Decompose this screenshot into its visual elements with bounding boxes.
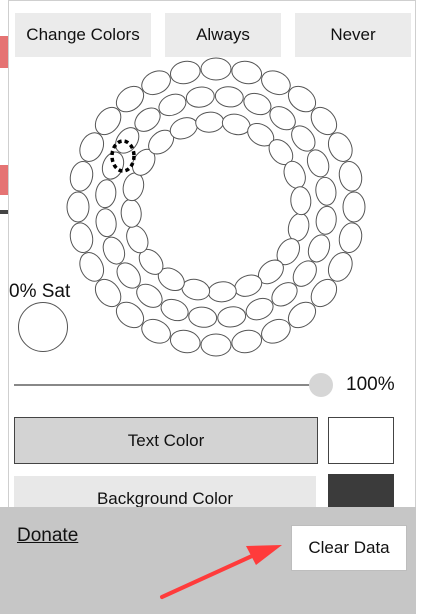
color-cell[interactable] xyxy=(99,234,128,268)
color-cell[interactable] xyxy=(66,191,90,223)
saturation-swatch[interactable] xyxy=(18,302,68,352)
color-cell[interactable] xyxy=(67,221,95,255)
color-cell[interactable] xyxy=(168,58,202,86)
color-cell[interactable] xyxy=(304,232,333,265)
saturation-slider-value: 100% xyxy=(346,374,395,395)
color-cell[interactable] xyxy=(156,90,190,119)
saturation-slider-track[interactable] xyxy=(14,384,320,386)
saturation-label: 0% Sat xyxy=(9,281,71,302)
color-cell[interactable] xyxy=(342,191,366,223)
color-cell[interactable] xyxy=(195,111,225,133)
color-cell[interactable] xyxy=(94,207,118,238)
color-cell[interactable] xyxy=(230,327,264,355)
text-color-swatch[interactable] xyxy=(328,417,394,464)
color-cell[interactable] xyxy=(214,85,244,108)
color-cell[interactable] xyxy=(158,295,191,324)
color-cell[interactable] xyxy=(200,57,232,81)
color-cell[interactable] xyxy=(185,85,216,109)
color-cell[interactable] xyxy=(286,211,312,243)
clear-data-button[interactable]: Clear Data xyxy=(291,525,407,571)
color-cell[interactable] xyxy=(303,147,332,181)
color-cell[interactable] xyxy=(336,159,364,193)
color-cell[interactable] xyxy=(230,58,264,86)
color-cell[interactable] xyxy=(220,111,252,137)
color-cell[interactable] xyxy=(168,327,202,355)
text-color-button[interactable]: Text Color xyxy=(14,417,318,464)
color-cell[interactable] xyxy=(120,171,146,203)
color-cell[interactable] xyxy=(67,159,95,193)
color-cell[interactable] xyxy=(290,186,312,216)
donate-link[interactable]: Donate xyxy=(17,525,78,547)
saturation-slider-thumb[interactable] xyxy=(309,373,333,397)
color-cell[interactable] xyxy=(180,277,212,303)
color-cell[interactable] xyxy=(243,294,277,323)
color-cell[interactable] xyxy=(188,306,218,329)
color-cell[interactable] xyxy=(314,176,338,207)
color-cell[interactable] xyxy=(207,281,237,303)
color-cell[interactable] xyxy=(336,221,364,255)
color-cell[interactable] xyxy=(120,198,142,228)
color-cell[interactable] xyxy=(200,333,232,357)
color-cell[interactable] xyxy=(241,89,274,118)
color-cell[interactable] xyxy=(94,179,117,209)
color-cell[interactable] xyxy=(315,205,338,235)
color-cell[interactable] xyxy=(216,305,247,329)
